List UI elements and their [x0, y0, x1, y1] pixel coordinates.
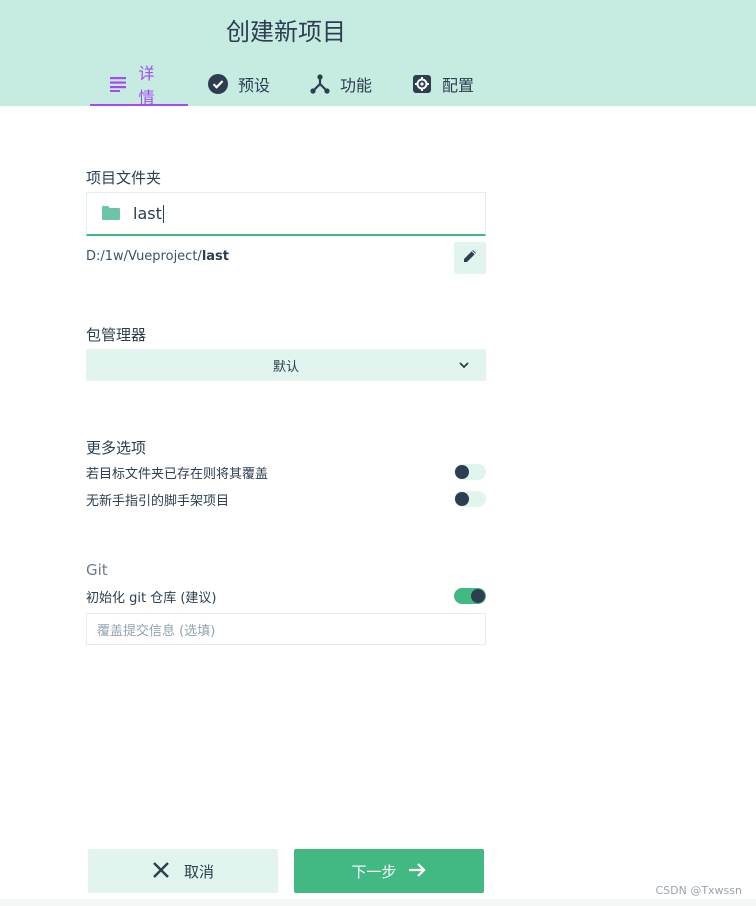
close-icon	[152, 861, 172, 881]
fork-icon	[310, 74, 330, 94]
tab-bar: 详情 预设 功能 配置	[90, 62, 494, 107]
check-circle-icon	[208, 74, 228, 94]
package-manager-value: 默认	[272, 359, 299, 375]
overwrite-option-row: 若目标文件夹已存在则将其覆盖	[86, 462, 486, 482]
details-list-icon	[110, 74, 128, 94]
folder-path: D:/1w/Vueproject/last	[86, 249, 229, 264]
edit-path-button[interactable]	[454, 242, 486, 274]
tab-presets[interactable]: 预设	[188, 62, 290, 106]
chevron-down-icon	[456, 357, 472, 373]
git-init-row: 初始化 git 仓库 (建议)	[86, 586, 486, 606]
no-guide-toggle[interactable]	[454, 491, 486, 507]
toggle-knob	[455, 492, 469, 506]
tab-details-label: 详情	[138, 64, 155, 107]
tab-config-label: 配置	[442, 76, 475, 95]
commit-message-placeholder: 覆盖提交信息 (选填)	[97, 623, 216, 639]
no-guide-option-label: 无新手指引的脚手架项目	[86, 493, 230, 509]
next-button-label: 下一步	[351, 862, 397, 881]
git-init-label: 初始化 git 仓库 (建议)	[86, 590, 217, 606]
tab-features[interactable]: 功能	[290, 62, 392, 106]
next-button[interactable]: 下一步	[294, 849, 484, 893]
cancel-button[interactable]: 取消	[88, 849, 278, 893]
bottom-strip	[0, 899, 756, 906]
tab-presets-label: 预设	[238, 76, 271, 95]
folder-icon	[101, 204, 121, 224]
tab-details[interactable]: 详情	[90, 62, 188, 107]
watermark: CSDN @Txwssn	[655, 884, 742, 897]
cancel-button-label: 取消	[183, 862, 214, 881]
toggle-knob	[471, 589, 485, 603]
folder-path-name: last	[201, 249, 229, 264]
commit-message-input[interactable]: 覆盖提交信息 (选填)	[86, 613, 486, 645]
folder-path-prefix: D:/1w/Vueproject/	[86, 249, 202, 264]
package-manager-label: 包管理器	[86, 326, 147, 344]
arrow-right-icon	[407, 861, 427, 881]
page-title: 创建新项目	[226, 18, 346, 46]
tab-config[interactable]: 配置	[392, 62, 494, 106]
toggle-knob	[455, 465, 469, 479]
settings-gear-icon	[412, 74, 432, 94]
folder-name-value: last	[133, 203, 164, 224]
header-bar: 创建新项目 详情 预设 功能 配置	[0, 0, 756, 107]
no-guide-option-row: 无新手指引的脚手架项目	[86, 489, 486, 509]
text-caret	[162, 205, 164, 224]
overwrite-option-label: 若目标文件夹已存在则将其覆盖	[86, 466, 269, 482]
overwrite-toggle[interactable]	[454, 464, 486, 480]
folder-section-label: 项目文件夹	[86, 169, 162, 187]
package-manager-select[interactable]: 默认	[86, 349, 486, 381]
pencil-icon	[462, 248, 478, 268]
tab-features-label: 功能	[340, 76, 373, 95]
folder-name-input[interactable]: last	[86, 192, 486, 236]
git-init-toggle[interactable]	[454, 588, 486, 604]
more-options-label: 更多选项	[86, 439, 147, 457]
git-section-label: Git	[86, 561, 108, 579]
